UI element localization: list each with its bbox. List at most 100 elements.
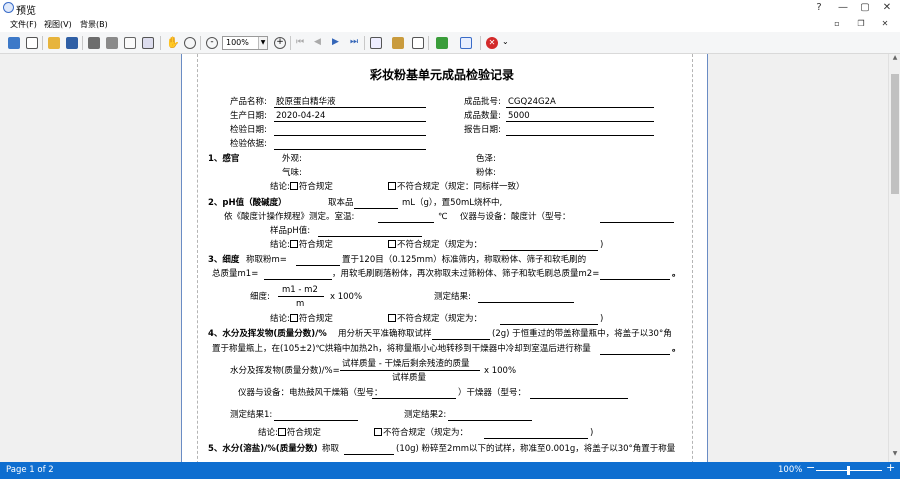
label: 水分及挥发物(质量分数)/%=	[230, 366, 340, 376]
menu-view[interactable]: 视图(V)	[44, 19, 72, 30]
text: 仪器与设备：电热鼓风干燥箱（型号：	[238, 388, 383, 398]
export-icon[interactable]	[436, 37, 448, 49]
label: 成品数量:	[464, 111, 501, 121]
app-logo-icon	[3, 2, 14, 13]
section-title: 1、感官	[208, 154, 240, 164]
menu-file[interactable]: 文件(F)	[10, 19, 37, 30]
conclusion-row: 结论: 符合规定	[270, 314, 333, 324]
watermark-icon[interactable]	[412, 37, 424, 49]
text: 仪器与设备：酸度计（型号：	[460, 212, 571, 222]
checkbox[interactable]	[277, 428, 286, 436]
label: 成品批号:	[464, 97, 501, 107]
open-icon[interactable]	[48, 37, 60, 49]
text: (10g) 粉碎至2mm以下的试样，称准至0.001g，将盖子以30°角置于称量	[396, 444, 676, 454]
text: mL（g），置50mL烧杯中,	[402, 198, 503, 208]
text: 。	[672, 344, 681, 354]
checkbox[interactable]	[388, 314, 396, 322]
text: )	[600, 314, 604, 324]
text: x 100%	[330, 292, 363, 302]
zoom-slider[interactable]	[816, 466, 882, 475]
maximize-icon[interactable]: ▢	[854, 0, 876, 16]
doc-restore-icon[interactable]: ❐	[850, 16, 872, 32]
page-setup-icon[interactable]	[124, 37, 136, 49]
checkbox[interactable]	[289, 314, 298, 322]
label: 细度:	[250, 292, 270, 302]
checkbox[interactable]	[289, 182, 298, 190]
window-title: 预览	[16, 6, 36, 17]
checkbox[interactable]	[289, 240, 298, 248]
close-icon[interactable]: ✕	[876, 0, 898, 16]
zoom-slider-handle[interactable]	[847, 466, 850, 475]
text: 称取	[322, 444, 340, 454]
checkbox[interactable]	[374, 428, 382, 436]
doc-minimize-icon[interactable]: ▫	[826, 16, 848, 32]
chevron-down-icon[interactable]: ⌄	[502, 37, 514, 49]
close-preview-icon[interactable]: ✕	[486, 37, 498, 49]
label: 外观:	[282, 154, 302, 164]
label: 测定结果2:	[404, 410, 447, 420]
fraction-denominator: m	[296, 299, 305, 309]
chevron-down-icon: ▼	[258, 37, 267, 49]
magnifier-icon[interactable]	[184, 37, 196, 49]
section-title: 4、水分及挥发物(质量分数)/%	[208, 329, 327, 339]
toolbar: ✋ - 100% ▼ + ⏮ ◀ ▶ ⏭ ✕ ⌄	[0, 32, 900, 54]
zoom-in-icon[interactable]: +	[274, 37, 286, 49]
checkbox[interactable]	[388, 240, 396, 248]
label: 测定结果:	[434, 292, 471, 302]
multi-page-icon[interactable]	[370, 37, 382, 49]
scale-icon[interactable]	[142, 37, 154, 49]
menu-bar: 文件(F) 视图(V) 背景(B) ▫ ❐ ✕	[0, 16, 900, 32]
email-icon[interactable]	[460, 37, 472, 49]
last-page-icon[interactable]: ⏭	[350, 37, 362, 49]
checkbox[interactable]	[388, 182, 396, 190]
zoom-out-icon[interactable]: −	[806, 462, 815, 473]
scroll-down-icon[interactable]: ▼	[889, 450, 900, 460]
zoom-out-icon[interactable]: -	[206, 37, 218, 49]
text: ）干燥器（型号：	[458, 388, 527, 398]
hand-tool-icon[interactable]: ✋	[166, 37, 180, 49]
conclusion-row: 不符合规定（规定：同标样一致）	[388, 182, 525, 192]
label: 报告日期:	[464, 125, 501, 135]
minimize-icon[interactable]: —	[832, 0, 854, 16]
label: 气味:	[282, 168, 302, 178]
color-icon[interactable]	[392, 37, 404, 49]
search-icon[interactable]	[26, 37, 38, 49]
preview-area[interactable]: 彩妆粉基单元成品检验记录 产品名称: 胶原蛋白精华液 成品批号: CGQ24G2…	[0, 54, 888, 462]
text: 置于120目（0.125mm）标准筛内，称取粉体、筛子和软毛刷的	[342, 255, 587, 265]
doc-close-icon[interactable]: ✕	[874, 16, 896, 32]
zoom-indicator: 100%	[778, 465, 803, 475]
vertical-scrollbar[interactable]: ▲ ▼	[888, 54, 900, 462]
text: 用分析天平准确称取试样	[338, 329, 432, 339]
next-page-icon[interactable]: ▶	[332, 37, 344, 49]
value: 5000	[508, 111, 530, 121]
title-bar: 预览 ? — ▢ ✕	[0, 0, 900, 17]
value: 胶原蛋白精华液	[276, 97, 336, 107]
save-icon[interactable]	[66, 37, 78, 49]
prev-page-icon[interactable]: ◀	[314, 37, 326, 49]
zoom-select[interactable]: 100% ▼	[222, 36, 268, 50]
label: 检验依据:	[230, 139, 267, 149]
conclusion-row: 不符合规定（规定为：	[388, 314, 482, 324]
help-icon[interactable]: ?	[808, 0, 830, 16]
fraction-numerator: 试样质量 - 干燥后剩余残渣的质量	[342, 359, 470, 369]
doc-title: 彩妆粉基单元成品检验记录	[370, 68, 515, 82]
scroll-thumb[interactable]	[891, 74, 899, 194]
text: 取本品	[328, 198, 354, 208]
zoom-in-icon[interactable]: +	[886, 462, 895, 473]
text: ℃	[438, 212, 448, 222]
conclusion-row: 结论: 符合规定	[270, 240, 333, 250]
scroll-up-icon[interactable]: ▲	[889, 54, 900, 64]
menu-background[interactable]: 背景(B)	[80, 19, 108, 30]
quick-print-icon[interactable]	[106, 37, 118, 49]
label: 粉体:	[476, 168, 496, 178]
label: 检验日期:	[230, 125, 267, 135]
print-icon[interactable]	[88, 37, 100, 49]
status-bar: Page 1 of 2 100% − +	[0, 462, 900, 479]
text: (2g) 于恒重过的带盖称量瓶中，将盖子以30°角	[492, 329, 672, 339]
first-page-icon[interactable]: ⏮	[296, 37, 308, 49]
text: 总质量m1=	[212, 269, 259, 279]
conclusion-row: 不符合规定（规定为：	[388, 240, 482, 250]
fraction-denominator: 试样质量	[392, 373, 427, 383]
document-map-icon[interactable]	[8, 37, 20, 49]
conclusion-row: 结论: 符合规定	[270, 182, 333, 192]
